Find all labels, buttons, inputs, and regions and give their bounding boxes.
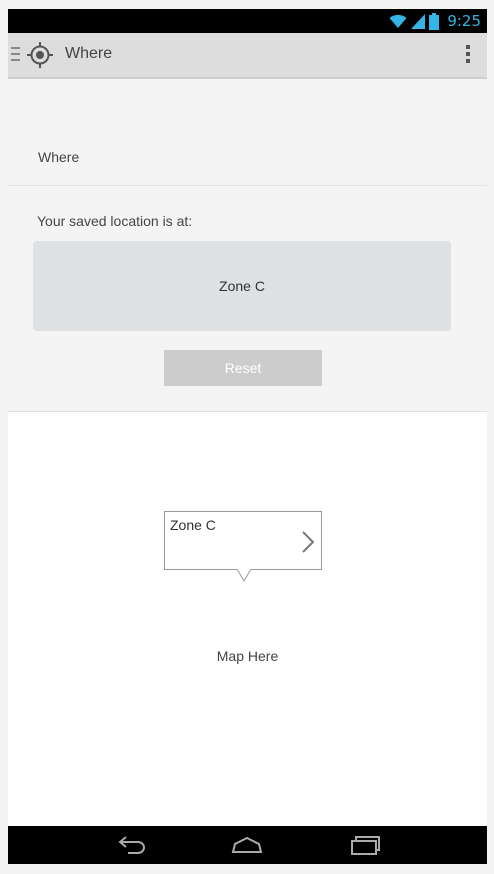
drawer-indicator-icon[interactable] — [11, 47, 20, 63]
section-divider — [8, 185, 487, 186]
battery-icon — [429, 12, 440, 30]
overflow-menu-icon[interactable] — [465, 45, 471, 67]
wifi-icon — [389, 14, 407, 28]
map-placeholder: Map Here — [216, 648, 279, 664]
device-frame: 9:25 Where Where Your saved location is … — [0, 0, 494, 874]
reset-button[interactable]: Reset — [164, 350, 322, 386]
navigation-bar — [8, 826, 487, 864]
chevron-right-icon — [302, 531, 314, 553]
saved-location-panel: Where Your saved location is at: Zone C … — [8, 79, 487, 412]
recent-apps-icon[interactable] — [348, 834, 382, 856]
signal-icon — [411, 14, 426, 29]
home-icon[interactable] — [230, 834, 264, 856]
saved-location-value: Zone C — [219, 278, 265, 294]
callout-pointer — [237, 569, 251, 582]
action-bar: Where — [8, 33, 487, 79]
phone-screen: 9:25 Where Where Your saved location is … — [8, 9, 487, 864]
location-target-icon[interactable] — [27, 42, 53, 68]
status-time: 9:25 — [447, 12, 481, 30]
map-area[interactable]: Zone C Map Here — [8, 412, 487, 826]
section-header: Where — [38, 149, 80, 165]
status-icons: 9:25 — [389, 9, 481, 33]
map-callout[interactable]: Zone C — [164, 511, 322, 582]
back-icon[interactable] — [114, 834, 148, 856]
saved-location-label: Your saved location is at: — [37, 213, 193, 229]
action-bar-title: Where — [65, 45, 113, 62]
saved-location-display: Zone C — [33, 241, 451, 331]
status-bar: 9:25 — [8, 9, 487, 33]
callout-title: Zone C — [170, 517, 216, 533]
